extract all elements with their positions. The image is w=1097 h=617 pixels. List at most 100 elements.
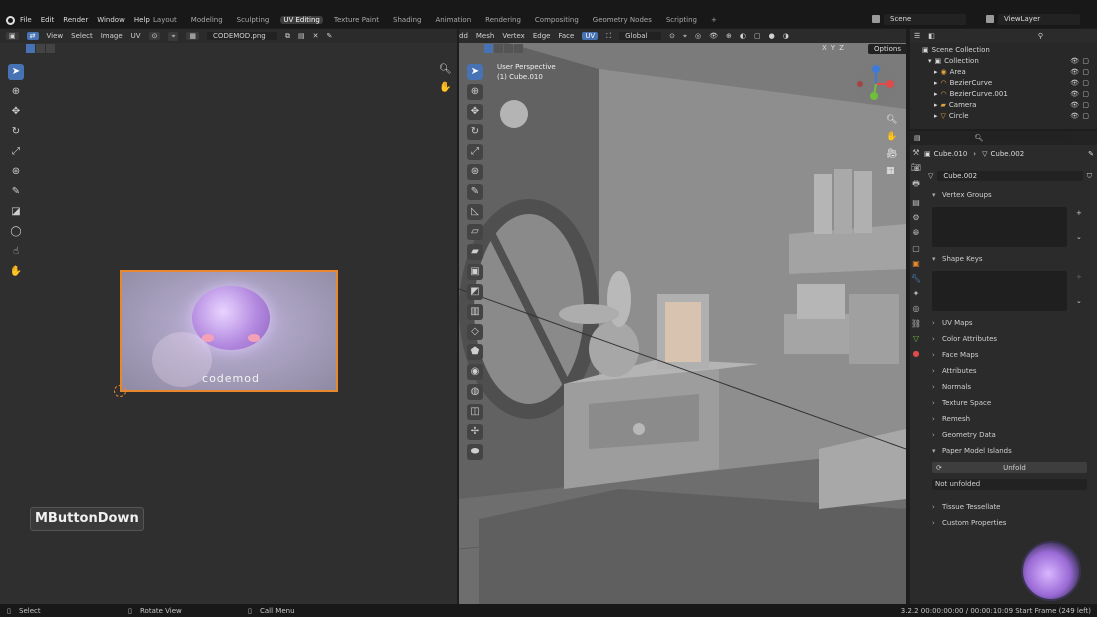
loop-cut-icon[interactable]: ▥ [467,304,483,320]
viewport-menu-face[interactable]: Face [558,32,574,40]
scene-selector[interactable]: Scene [884,14,966,25]
section-normals[interactable]: › Normals [924,379,1094,395]
uv-face-mode-icon[interactable] [46,44,55,53]
pinch-icon[interactable]: ✋ [8,264,24,280]
move-icon[interactable]: ✥ [8,104,24,120]
tab-uv-editing[interactable]: UV Editing [280,16,323,24]
menu-render[interactable]: Render [63,16,88,24]
smooth-icon[interactable]: ◍ [467,384,483,400]
render-icon[interactable]: ▢ [1082,57,1089,65]
new-image-icon[interactable]: ⧉ [285,32,290,41]
proportional-icon[interactable]: ◎ [695,32,701,40]
orientation-icon[interactable]: ⛶ [606,32,611,41]
material-tab-icon[interactable]: ● [913,349,920,358]
uv-menu-select[interactable]: Select [71,32,93,40]
sync-selection-icon[interactable]: ⇄ [26,32,39,40]
collection-row[interactable]: ▾ ▣ Collection 👁︎ ▢ [922,55,1095,66]
axis-y[interactable]: Y [831,44,835,52]
data-tab-icon[interactable]: ▽ [913,334,919,343]
annotate-icon[interactable]: ✎ [8,184,24,200]
scene-tab-icon[interactable]: ⚙ [912,213,919,222]
properties-search[interactable]: 🔍︎ [968,134,1071,142]
uv-edge-mode-icon[interactable] [36,44,45,53]
pivot-icon[interactable]: ⊙ [148,32,161,40]
vertex-mode-icon[interactable] [484,44,493,53]
cursor-icon[interactable]: ⊕ [8,84,24,100]
add-icon[interactable]: + [1076,273,1082,281]
cursor-icon[interactable]: ⊕ [467,84,483,100]
spin-icon[interactable]: ◉ [467,364,483,380]
knife-icon[interactable]: ◇ [467,324,483,340]
options-dropdown[interactable]: Options [868,44,908,54]
uv-vertex-mode-icon[interactable] [26,44,35,53]
viewport-menu-add[interactable]: dd [459,32,468,40]
outliner-item[interactable]: ▸ ▽ Circle 👁︎ ▢ [922,110,1095,121]
xray-icon[interactable]: ▢ [754,32,761,40]
tab-geometry-nodes[interactable]: Geometry Nodes [590,16,655,24]
section-vertex-groups[interactable]: ▾ Vertex Groups [924,187,1094,203]
breadcrumb-data[interactable]: Cube.002 [991,150,1025,158]
tab-scripting[interactable]: Scripting [663,16,700,24]
zoom-icon[interactable]: 🔍︎ [439,64,452,75]
outliner-type-icon[interactable]: ☰ [914,32,920,40]
transform-icon[interactable]: ⊛ [8,164,24,180]
chevron-right-icon[interactable]: › [932,367,940,375]
chevron-right-icon[interactable]: ▸ [934,101,938,109]
uv-image[interactable]: codemod [120,270,338,392]
render-icon[interactable]: ▢ [1082,101,1089,109]
pan-hand-icon[interactable]: ✋ [439,82,451,93]
add-icon[interactable]: + [1076,209,1082,217]
shading-solid-icon[interactable]: ● [769,32,775,40]
overlay-icon[interactable]: ◐ [740,32,746,40]
outliner-item[interactable]: ▸ ◠ BezierCurve 👁︎ ▢ [922,77,1095,88]
snap-magnet-icon[interactable]: ⌖ [683,32,687,41]
mesh-data-icon[interactable]: ▽ [928,172,933,180]
uv-menu-image[interactable]: Image [101,32,123,40]
pin-icon[interactable]: ✎ [1088,150,1094,158]
add-workspace-button[interactable]: + [708,16,720,24]
physics-tab-icon[interactable]: ◎ [913,304,920,313]
tab-animation[interactable]: Animation [432,16,474,24]
tab-modeling[interactable]: Modeling [188,16,226,24]
extrude-icon[interactable]: ▰ [467,244,483,260]
particles-tab-icon[interactable]: ✦ [913,289,920,298]
rip-icon[interactable]: ◪ [8,204,24,220]
3d-viewport[interactable] [459,29,906,604]
tab-layout[interactable]: Layout [150,16,180,24]
chevron-down-icon[interactable]: ▾ [932,447,940,455]
render-icon[interactable]: ▢ [1082,90,1089,98]
render-icon[interactable]: ▢ [1082,68,1089,76]
select-box-icon[interactable]: ➤ [8,64,24,80]
poly-build-icon[interactable]: ⬟ [467,344,483,360]
tab-shading[interactable]: Shading [390,16,424,24]
tab-compositing[interactable]: Compositing [532,16,582,24]
inset-icon[interactable]: ▣ [467,264,483,280]
viewport-menu-mesh[interactable]: Mesh [476,32,494,40]
rotate-icon[interactable]: ↻ [8,124,24,140]
menu-file[interactable]: File [20,16,32,24]
scene-collection-row[interactable]: ▣ Scene Collection [922,44,1095,55]
render-icon[interactable]: ▢ [1082,112,1089,120]
chevron-right-icon[interactable]: › [932,319,940,327]
section-face-maps[interactable]: › Face Maps [924,347,1094,363]
world-tab-icon[interactable]: 🌐︎ [913,228,919,238]
move-icon[interactable]: ✥ [467,104,483,120]
shape-keys-box[interactable] [932,271,1067,311]
chevron-right-icon[interactable]: › [932,503,940,511]
tab-rendering[interactable]: Rendering [482,16,524,24]
chevron-down-icon[interactable]: ⌄ [1076,233,1082,241]
tab-texture-paint[interactable]: Texture Paint [331,16,382,24]
collection-tab-icon[interactable]: ▢ [912,244,920,253]
image-browse-icon[interactable]: ▦ [186,32,200,40]
chevron-right-icon[interactable]: ▸ [934,90,938,98]
view-layer-tab-icon[interactable]: ▤ [912,198,920,207]
shading-material-icon[interactable]: ◑ [783,32,789,40]
viewlayer-selector[interactable]: ViewLayer [998,14,1080,25]
viewport-menu-uv[interactable]: UV [582,32,599,40]
blender-logo-icon[interactable] [6,16,15,25]
section-remesh[interactable]: › Remesh [924,411,1094,427]
image-name-field[interactable]: CODEMOD.png [207,32,278,40]
menu-help[interactable]: Help [134,16,150,24]
shear-icon[interactable]: ✢ [467,424,483,440]
chevron-right-icon[interactable]: ▸ [934,112,938,120]
